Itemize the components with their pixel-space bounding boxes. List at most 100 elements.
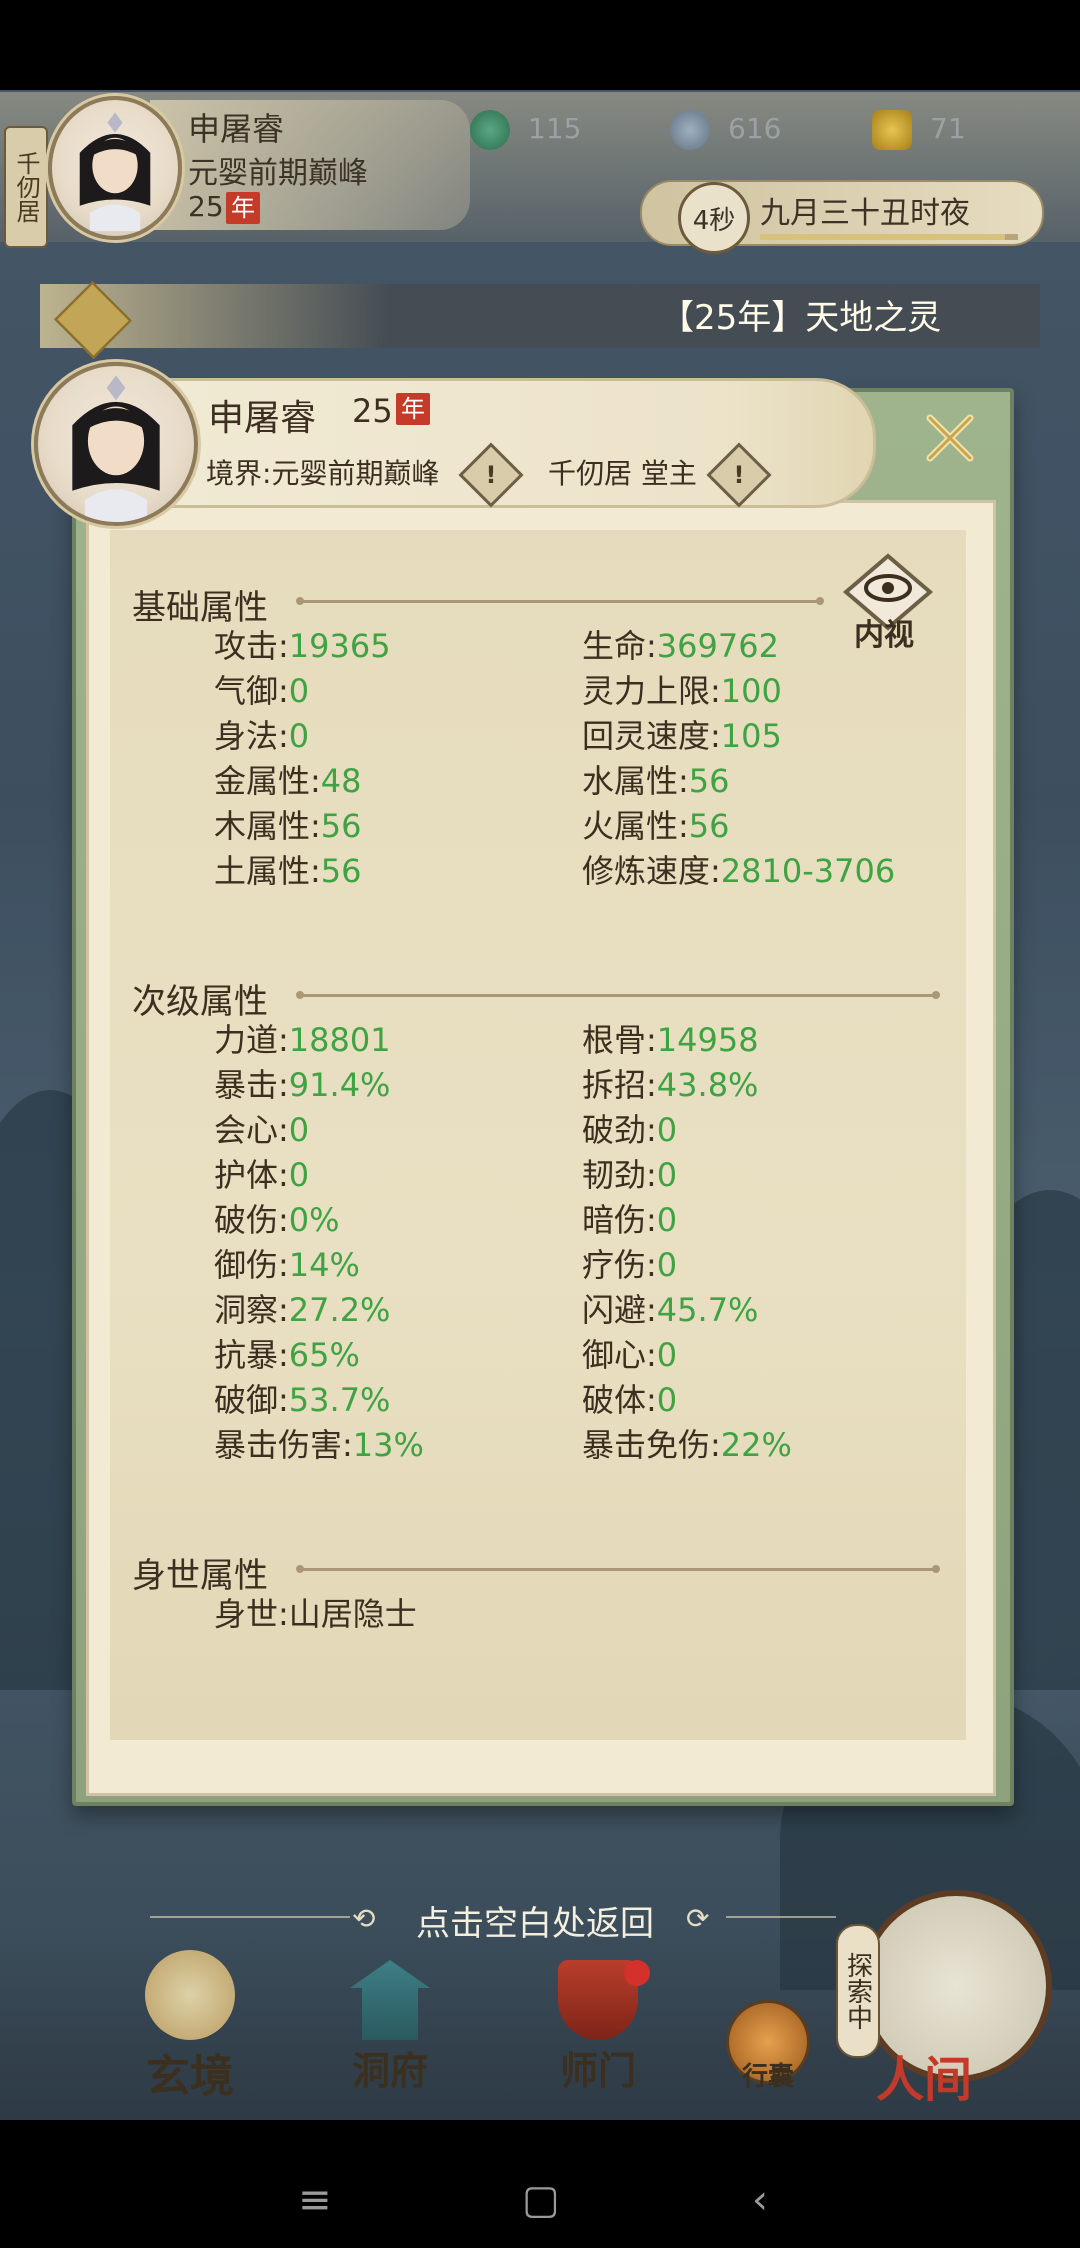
- player-name: 申屠睿: [188, 110, 285, 148]
- attribute-value: 0: [656, 1111, 678, 1149]
- attribute-item: 暴击免伤:22%: [582, 1425, 792, 1465]
- attribute-colon: :: [278, 1111, 289, 1149]
- attribute-name: 生命: [582, 627, 647, 665]
- section-divider: [296, 991, 940, 999]
- attribute-name: 破体: [582, 1381, 647, 1419]
- coin-icon[interactable]: [670, 110, 710, 150]
- attribute-name: 破御: [214, 1381, 279, 1419]
- attribute-item: 金属性:48: [214, 761, 362, 801]
- attribute-value: 19365: [288, 627, 391, 665]
- dialog-player-name: 申屠睿: [208, 398, 317, 439]
- attribute-name: 韧劲: [582, 1156, 647, 1194]
- attribute-colon: :: [278, 1595, 289, 1633]
- attribute-item: 水属性:56: [582, 761, 730, 801]
- section-title: 身世属性: [132, 1556, 268, 1596]
- coin-count: 616: [728, 112, 782, 145]
- section-title: 次级属性: [132, 982, 268, 1022]
- portrait-icon: [79, 112, 151, 231]
- nav-dongfu[interactable]: 洞府: [330, 1960, 450, 2095]
- attribute-value: 0: [288, 672, 310, 710]
- attribute-value: 14%: [288, 1246, 360, 1284]
- attribute-value: 0%: [288, 1201, 340, 1239]
- announcement-text: 【25年】天地之灵: [660, 298, 942, 338]
- timer-countdown: 4秒: [678, 182, 750, 254]
- nav-xuanjing[interactable]: 玄境: [120, 1950, 260, 2104]
- attribute-colon: :: [278, 1201, 289, 1239]
- home-icon[interactable]: ▢: [522, 2180, 560, 2220]
- attribute-value: 105: [720, 717, 782, 755]
- attribute-name: 破劲: [582, 1111, 647, 1149]
- scroll-icon: [145, 1950, 235, 2040]
- player-realm: 元婴前期巅峰: [188, 156, 368, 191]
- portrait-icon: [72, 375, 160, 522]
- close-button[interactable]: [920, 408, 980, 468]
- attribute-value: 56: [320, 807, 362, 845]
- ingot-icon[interactable]: [872, 110, 912, 150]
- menu-icon[interactable]: ≡: [298, 2180, 332, 2220]
- attribute-value: 0: [656, 1201, 678, 1239]
- attribute-colon: :: [710, 1426, 721, 1464]
- nav-shimen[interactable]: 师门: [538, 1960, 658, 2095]
- jade-icon[interactable]: [470, 110, 510, 150]
- attribute-item: 气御:0: [214, 671, 309, 711]
- attribute-name: 闪避: [582, 1291, 647, 1329]
- attribute-name: 拆招: [582, 1066, 647, 1104]
- attribute-name: 暗伤: [582, 1201, 647, 1239]
- attribute-item: 破伤:0%: [214, 1200, 340, 1240]
- game-date: 九月三十丑时夜: [760, 196, 970, 231]
- attribute-name: 力道: [214, 1021, 279, 1059]
- attribute-colon: :: [646, 1246, 657, 1284]
- player-avatar[interactable]: [48, 96, 182, 240]
- attribute-name: 御心: [582, 1336, 647, 1374]
- attribute-colon: :: [278, 1066, 289, 1104]
- attribute-item: 闪避:45.7%: [582, 1290, 758, 1330]
- year-badge: 年: [226, 192, 260, 224]
- back-hint-line-right: [726, 1916, 836, 1918]
- attribute-colon: :: [278, 672, 289, 710]
- attribute-value: 56: [688, 807, 730, 845]
- attribute-value: 100: [720, 672, 782, 710]
- attribute-item: 洞察:27.2%: [214, 1290, 390, 1330]
- attribute-item: 御伤:14%: [214, 1245, 360, 1285]
- attribute-value: 91.4%: [288, 1066, 391, 1104]
- attribute-colon: :: [310, 807, 321, 845]
- attribute-item: 身世:山居隐士: [214, 1594, 417, 1634]
- attribute-item: 土属性:56: [214, 851, 362, 891]
- attribute-value: 0: [656, 1156, 678, 1194]
- attribute-item: 暴击:91.4%: [214, 1065, 390, 1105]
- attribute-name: 御伤: [214, 1246, 279, 1284]
- attribute-colon: :: [278, 627, 289, 665]
- attribute-value: 0: [288, 1156, 310, 1194]
- attribute-name: 土属性: [214, 852, 311, 890]
- explore-status[interactable]: 探索中: [836, 1924, 880, 2058]
- attribute-item: 破体:0: [582, 1380, 677, 1420]
- attribute-colon: :: [646, 1156, 657, 1194]
- nav-xingnang[interactable]: 行囊: [718, 2000, 818, 2093]
- attribute-item: 会心:0: [214, 1110, 309, 1150]
- section-divider: [296, 597, 824, 605]
- attribute-colon: :: [310, 762, 321, 800]
- pavilion-icon: [350, 1960, 430, 2040]
- back-icon[interactable]: ‹: [752, 2180, 768, 2220]
- attribute-item: 护体:0: [214, 1155, 309, 1195]
- attribute-value: 45.7%: [656, 1291, 759, 1329]
- attribute-colon: :: [678, 762, 689, 800]
- attribute-name: 身世: [214, 1595, 279, 1633]
- attribute-value: 14958: [656, 1021, 759, 1059]
- sect-tag[interactable]: 千仞居: [4, 126, 48, 248]
- attribute-colon: :: [278, 1336, 289, 1374]
- attribute-item: 拆招:43.8%: [582, 1065, 758, 1105]
- attribute-name: 水属性: [582, 762, 679, 800]
- attribute-item: 力道:18801: [214, 1020, 391, 1060]
- attribute-colon: :: [646, 1021, 657, 1059]
- attribute-item: 疗伤:0: [582, 1245, 677, 1285]
- attribute-name: 抗暴: [214, 1336, 279, 1374]
- dialog-year-badge: 年: [396, 393, 430, 425]
- close-icon: [926, 414, 974, 462]
- attribute-colon: :: [278, 717, 289, 755]
- attribute-name: 身法: [214, 717, 279, 755]
- attribute-value: 48: [320, 762, 362, 800]
- attribute-colon: :: [310, 852, 321, 890]
- attribute-value: 22%: [720, 1426, 792, 1464]
- attribute-name: 破伤: [214, 1201, 279, 1239]
